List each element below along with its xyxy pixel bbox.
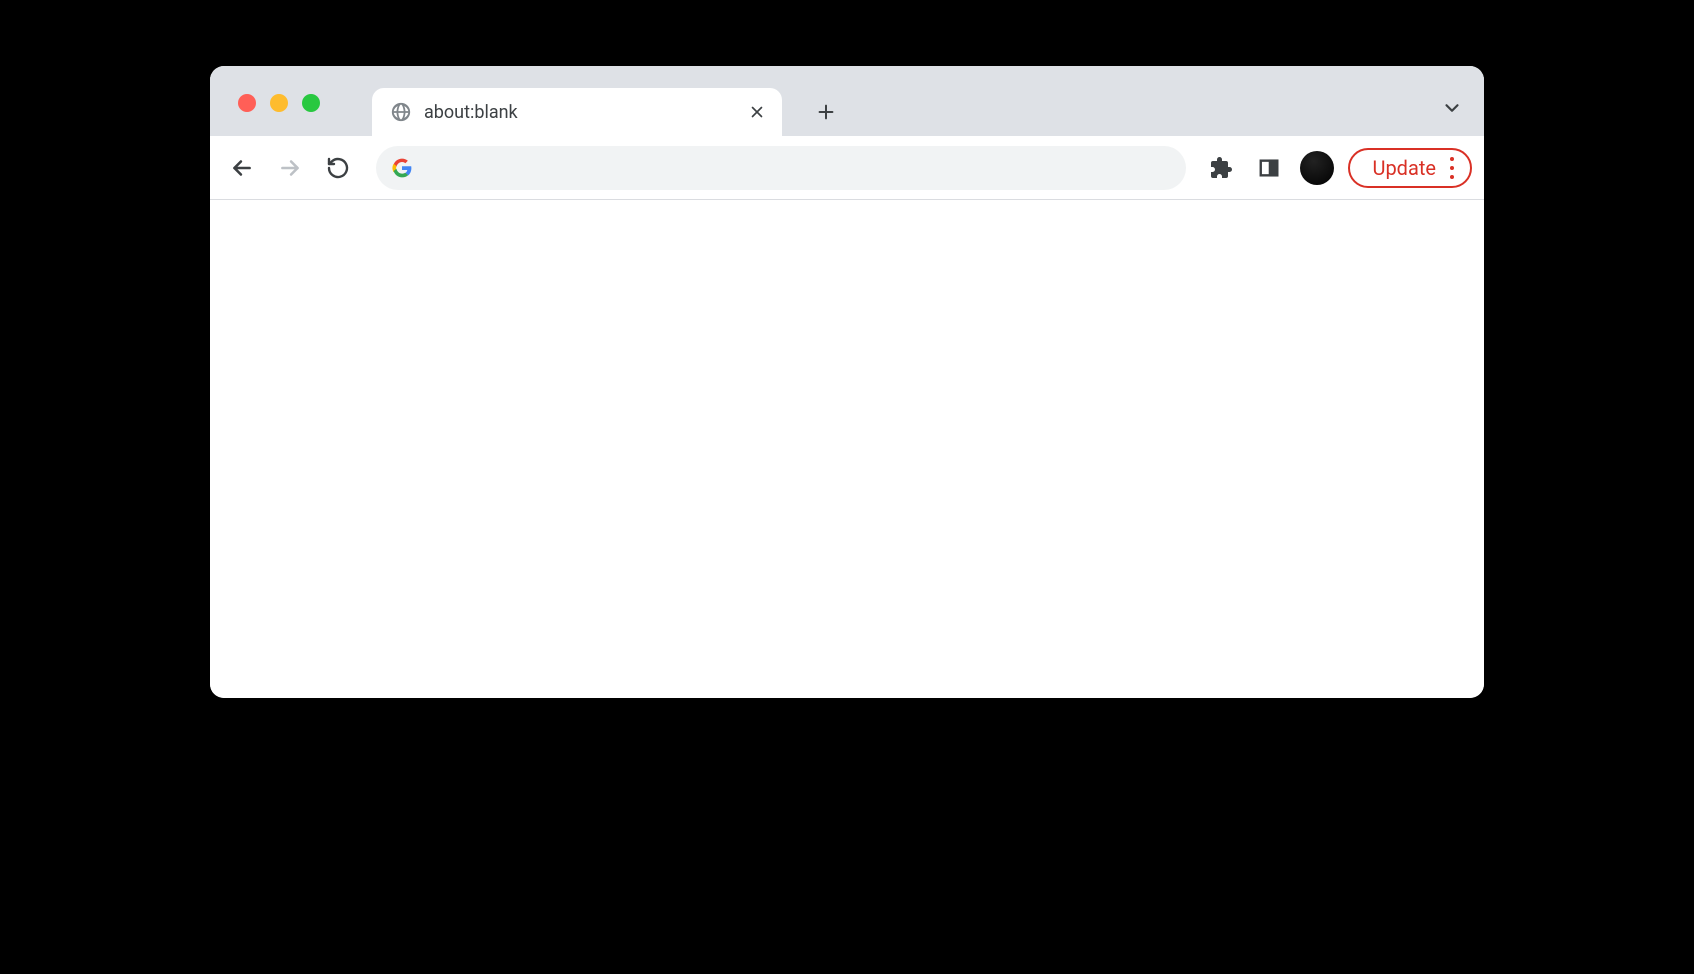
window-maximize-button[interactable] (302, 94, 320, 112)
window-close-button[interactable] (238, 94, 256, 112)
tab-title: about:blank (424, 102, 734, 123)
browser-window: about:blank (210, 66, 1484, 698)
globe-icon (390, 101, 412, 123)
browser-tab[interactable]: about:blank (372, 88, 782, 136)
toolbar: Update (210, 136, 1484, 200)
extensions-button[interactable] (1204, 151, 1238, 185)
window-controls (238, 94, 320, 112)
reload-button[interactable] (318, 148, 358, 188)
forward-button[interactable] (270, 148, 310, 188)
profile-avatar[interactable] (1300, 151, 1334, 185)
page-content (210, 200, 1484, 698)
window-minimize-button[interactable] (270, 94, 288, 112)
update-button[interactable]: Update (1348, 148, 1472, 188)
address-bar[interactable] (376, 146, 1186, 190)
side-panel-button[interactable] (1252, 151, 1286, 185)
back-button[interactable] (222, 148, 262, 188)
new-tab-button[interactable] (806, 92, 846, 132)
google-icon (392, 158, 412, 178)
address-input[interactable] (422, 158, 1170, 178)
close-tab-button[interactable] (746, 101, 768, 123)
tab-strip: about:blank (210, 66, 1484, 136)
toolbar-right: Update (1204, 148, 1472, 188)
more-menu-icon (1450, 157, 1454, 179)
update-label: Update (1372, 156, 1436, 180)
tabs-dropdown-button[interactable] (1436, 92, 1468, 124)
